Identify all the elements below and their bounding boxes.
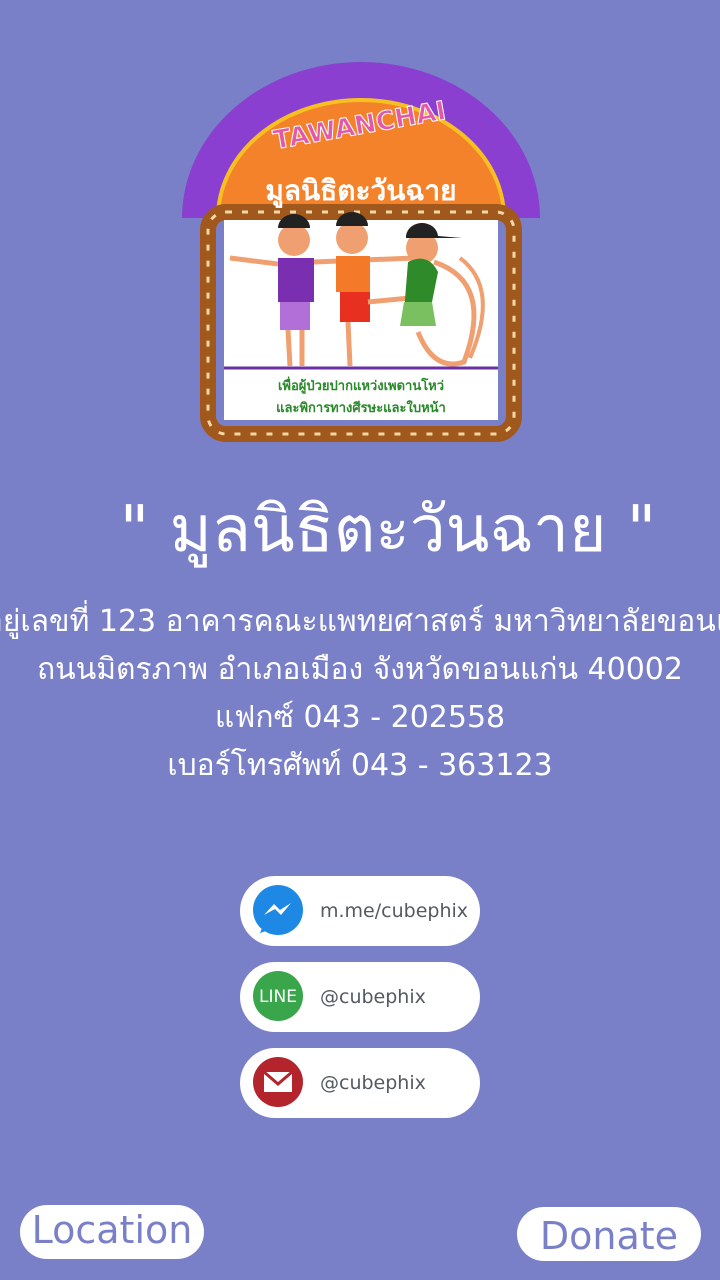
location-button[interactable]: Location — [20, 1205, 204, 1259]
phone-number: เบอร์โทรศัพท์ 043 - 363123 — [167, 748, 553, 783]
email-label: @cubephix — [320, 1072, 426, 1094]
messenger-icon — [253, 885, 303, 935]
messenger-contact-button[interactable]: m.me/cubephix — [240, 876, 480, 946]
fax-number: แฟกซ์ 043 - 202558 — [214, 700, 506, 735]
donate-button[interactable]: Donate — [517, 1207, 701, 1261]
messenger-label: m.me/cubephix — [320, 900, 469, 922]
logo-caption-line1: เพื่อผู้ป่วยปากแหว่งเพดานโหว่ — [278, 376, 444, 394]
mail-icon — [253, 1057, 303, 1107]
logo-name-text: มูลนิธิตะวันฉาย — [265, 174, 456, 208]
page-title: " มูลนิธิตะวันฉาย " — [119, 493, 657, 567]
address-line-2: ถนนมิตรภาพ อำเภอเมือง จังหวัดขอนแก่น 400… — [37, 652, 683, 687]
line-contact-button[interactable]: LINE @cubephix — [240, 962, 480, 1032]
logo-caption-line2: และพิการทางศีรษะและใบหน้า — [276, 399, 446, 416]
address-line-1: อยู่เลขที่ 123 อาคารคณะแพทยศาสตร์ มหาวิท… — [0, 604, 720, 639]
email-contact-button[interactable]: @cubephix — [240, 1048, 480, 1118]
foundation-logo: TAWANCHAI มูลนิธิตะวันฉาย เพื่อผู้ป่วยปา… — [182, 62, 540, 442]
line-icon-text: LINE — [259, 987, 297, 1007]
line-icon: LINE — [253, 971, 303, 1021]
line-label: @cubephix — [320, 986, 426, 1008]
